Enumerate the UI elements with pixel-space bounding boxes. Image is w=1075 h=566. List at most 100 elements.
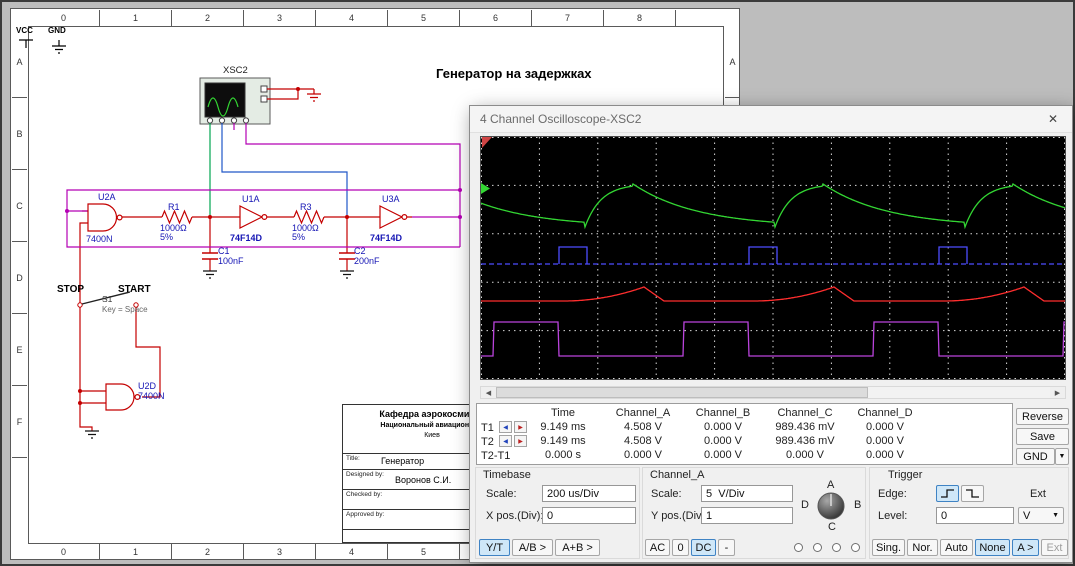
left-arrow-icon: ◀ (503, 438, 508, 445)
col-header-channel-c: Channel_C (777, 407, 833, 419)
channel-scale-input[interactable] (701, 485, 793, 502)
c2-ref: C2 (354, 246, 366, 256)
designed-label: Designed by: (346, 471, 384, 478)
title-label: Title: (346, 455, 360, 462)
dialog-title: 4 Channel Oscilloscope-XSC2 (480, 112, 642, 126)
c1-ref: C1 (218, 246, 230, 256)
close-icon[interactable]: ✕ (1036, 106, 1070, 132)
reverse-button[interactable]: Reverse (1016, 408, 1069, 425)
ruler-cell: A (725, 26, 740, 98)
t1-time: 9.149 ms (540, 421, 586, 433)
col-header-time: Time (550, 407, 576, 419)
trigger-normal-button[interactable]: Nor. (907, 539, 938, 556)
multisim-workspace: 0 1 2 3 4 5 6 7 8 0 1 2 3 4 5 6 7 8 A B … (0, 0, 1075, 566)
yt-mode-button[interactable]: Y/T (479, 539, 510, 556)
ruler-cell: 1 (100, 10, 172, 26)
t1-channel-a: 4.508 V (624, 421, 662, 433)
display-markers (481, 137, 492, 194)
trigger-none-button[interactable]: None (975, 539, 1010, 556)
timebase-group: Timebase Scale: X pos.(Div): Y/T A/B > A… (475, 467, 640, 559)
channel-ypos-input[interactable] (701, 507, 793, 524)
scroll-left-icon[interactable]: ◀ (481, 387, 496, 398)
channel-radio[interactable] (851, 543, 860, 552)
ground-reference-button[interactable]: GND (1016, 448, 1055, 465)
oscilloscope-dialog[interactable]: 4 Channel Oscilloscope-XSC2 ✕ ◀ ▶ Time C… (469, 105, 1073, 563)
t1-channel-c: 989.436 mV (775, 421, 835, 433)
trigger-group-label: Trigger (888, 469, 923, 481)
t2-channel-a: 4.508 V (624, 435, 662, 447)
trigger-level-unit-select[interactable]: V ▼ (1018, 507, 1064, 524)
col-header-channel-d: Channel_D (857, 407, 913, 419)
ruler-cell: B (12, 98, 27, 170)
ruler-cell: 3 (244, 10, 316, 26)
r3-ref: R3 (300, 202, 312, 212)
t2-row-label: T2 (481, 436, 494, 448)
coupling-zero-button[interactable]: 0 (672, 539, 689, 556)
ruler-cell: 1 (100, 544, 172, 560)
r1-tolerance: 5% (160, 232, 174, 242)
channel-scale-label: Scale: (651, 488, 682, 500)
coupling-ac-button[interactable]: AC (645, 539, 670, 556)
cursor-readout-panel: Time Channel_A Channel_B Channel_C Chann… (476, 403, 1013, 465)
trigger-level-input[interactable] (936, 507, 1014, 524)
t2-t1-time: 0.000 s (544, 449, 582, 461)
trigger-source-a-button[interactable]: A > (1012, 539, 1039, 556)
designed-value: Воронов С.И. (395, 475, 452, 485)
trigger-single-button[interactable]: Sing. (872, 539, 905, 556)
channel-group: Channel_A Scale: Y pos.(Div): AC 0 DC - … (642, 467, 866, 559)
ground-dropdown-icon[interactable]: ▼ (1055, 448, 1069, 465)
coupling-dc-button[interactable]: DC (691, 539, 716, 556)
t2-time: 9.149 ms (540, 435, 586, 447)
ruler-cell: C (12, 170, 27, 242)
trigger-position-marker[interactable] (482, 137, 492, 148)
ruler-cell: 6 (460, 10, 532, 26)
save-button[interactable]: Save (1016, 428, 1069, 445)
ab-mode-button[interactable]: A/B > (512, 539, 553, 556)
timebase-group-label: Timebase (483, 469, 531, 481)
falling-edge-button[interactable] (961, 485, 984, 502)
u3a-part: 74F14D (370, 233, 403, 243)
scope-ref-label[interactable]: XSC2 (223, 65, 248, 76)
timebase-scale-label: Scale: (486, 488, 517, 500)
display-scrollbar[interactable]: ◀ ▶ (480, 386, 1066, 399)
trigger-ext-button[interactable]: Ext (1041, 539, 1068, 556)
u1a-part: 74F14D (230, 233, 263, 243)
left-arrow-icon: ◀ (503, 424, 508, 431)
a-plus-b-mode-button[interactable]: A+B > (555, 539, 600, 556)
timebase-xpos-input[interactable] (542, 507, 636, 524)
dialog-titlebar[interactable]: 4 Channel Oscilloscope-XSC2 ✕ (470, 106, 1072, 133)
channel-radio[interactable] (794, 543, 803, 552)
ruler-cell: 4 (316, 10, 388, 26)
coupling-minus-button[interactable]: - (718, 539, 735, 556)
dial-letter-c[interactable]: C (828, 521, 836, 533)
oscilloscope-display[interactable] (480, 136, 1066, 380)
t1-channel-d: 0.000 V (866, 421, 904, 433)
dial-letter-b[interactable]: B (854, 499, 861, 511)
scrollbar-thumb[interactable] (496, 387, 868, 398)
t2-channel-b: 0.000 V (704, 435, 742, 447)
gnd-label: GND (48, 26, 66, 35)
dial-letter-d[interactable]: D (801, 499, 809, 511)
title-value: Генератор (381, 456, 425, 466)
t2-cursor-left-button[interactable]: ◀ (499, 435, 512, 447)
t2-t1-channel-b: 0.000 V (704, 449, 742, 461)
c2-value: 200nF (354, 256, 380, 266)
falling-edge-icon (966, 489, 979, 498)
ruler-cell: 5 (388, 10, 460, 26)
channel-ypos-label: Y pos.(Div): (651, 510, 709, 522)
t2-t1-channel-c: 0.000 V (786, 449, 824, 461)
t2-t1-row-label: T2-T1 (481, 450, 511, 462)
trigger-auto-button[interactable]: Auto (940, 539, 973, 556)
channel-a-level-marker[interactable] (481, 183, 490, 194)
channel-radio[interactable] (813, 543, 822, 552)
timebase-scale-input[interactable] (542, 485, 636, 502)
scroll-right-icon[interactable]: ▶ (1050, 387, 1065, 398)
u1a-ref: U1A (242, 194, 260, 204)
stop-label: STOP (57, 284, 85, 295)
vcc-label: VCC (16, 26, 33, 35)
dial-letter-a[interactable]: A (827, 479, 834, 491)
ruler-cell: 5 (388, 544, 460, 560)
rising-edge-button[interactable] (936, 485, 959, 502)
t1-cursor-left-button[interactable]: ◀ (499, 421, 512, 433)
channel-radio[interactable] (832, 543, 841, 552)
